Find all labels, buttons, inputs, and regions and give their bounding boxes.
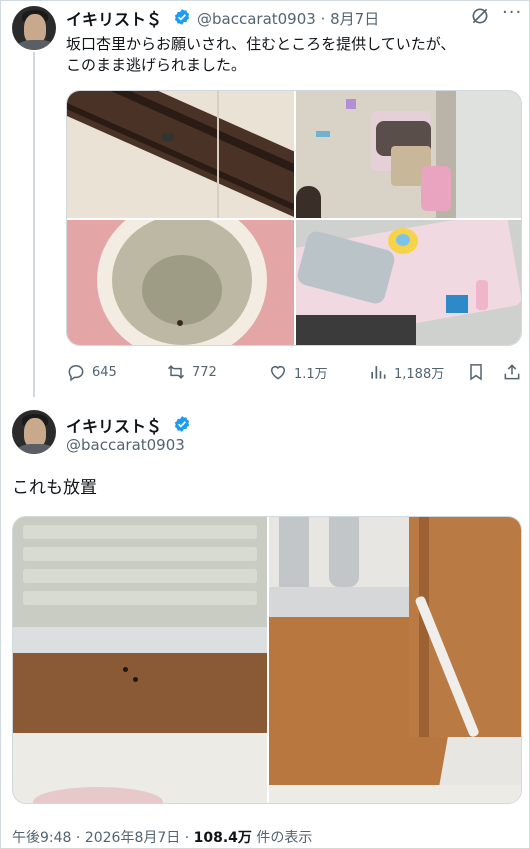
display-name[interactable]: イキリスト＄ — [66, 413, 162, 437]
share-button[interactable] — [502, 362, 522, 382]
avatar[interactable] — [12, 410, 56, 454]
more-icon[interactable]: ··· — [502, 2, 522, 23]
handle-and-date[interactable]: @baccarat0903 · 8月7日 — [197, 8, 379, 29]
bathroom-floor-photo[interactable] — [13, 517, 267, 803]
handle[interactable]: @baccarat0903 — [197, 10, 316, 28]
tweet-text-line2: このまま逃げられました。 — [66, 56, 247, 74]
view-total: 108.4万 — [193, 830, 252, 846]
reply-count: 645 — [92, 364, 117, 380]
like-button[interactable]: 1.1万 — [268, 362, 328, 382]
handle[interactable]: @baccarat0903 — [66, 436, 185, 454]
media-grid[interactable] — [66, 90, 522, 346]
views-button[interactable]: 1,188万 — [368, 362, 444, 382]
messy-room-photo[interactable] — [296, 91, 521, 218]
view-suffix: 件の表示 — [256, 830, 313, 846]
views-icon — [371, 366, 386, 379]
like-count: 1.1万 — [294, 366, 328, 382]
tweet-timestamp: 午後9:48 · 2026年8月7日 · 108.4万 件の表示 — [12, 830, 313, 846]
avatar[interactable] — [12, 6, 56, 50]
tweet-time[interactable]: 午後9:48 — [12, 830, 71, 846]
reply-button[interactable]: 645 — [66, 362, 117, 382]
floor-rail-photo[interactable] — [67, 91, 294, 218]
mattress-photo[interactable] — [296, 220, 521, 345]
thread-line — [33, 52, 35, 397]
toilet-photo[interactable] — [67, 220, 294, 345]
tweet-text: これも放置 — [12, 478, 97, 498]
tweet-date[interactable]: 8月7日 — [330, 10, 379, 28]
reply-icon — [68, 364, 84, 382]
door-sill-photo[interactable] — [269, 517, 521, 803]
retweet-button[interactable]: 772 — [166, 362, 217, 382]
grok-icon[interactable] — [470, 6, 490, 26]
tweet-full-date[interactable]: 2026年8月7日 — [85, 830, 180, 846]
tweet-text-line1: 坂口杏里からお願いされ、住むところを提供していたが、 — [66, 35, 456, 53]
verified-icon — [174, 9, 190, 25]
display-name[interactable]: イキリスト＄ — [66, 6, 162, 30]
bookmark-button[interactable] — [466, 362, 486, 382]
bookmark-icon — [470, 364, 482, 381]
retweet-icon — [167, 365, 185, 379]
like-icon — [271, 366, 285, 380]
media-grid[interactable] — [12, 516, 522, 804]
view-count: 1,188万 — [394, 366, 445, 382]
action-bar: 645 772 1.1万 1,188万 — [66, 362, 522, 386]
verified-icon — [174, 416, 190, 432]
retweet-count: 772 — [192, 364, 217, 380]
share-icon — [504, 364, 520, 380]
tweet-text: 坂口杏里からお願いされ、住むところを提供していたが、 このまま逃げられました。 — [66, 34, 526, 76]
